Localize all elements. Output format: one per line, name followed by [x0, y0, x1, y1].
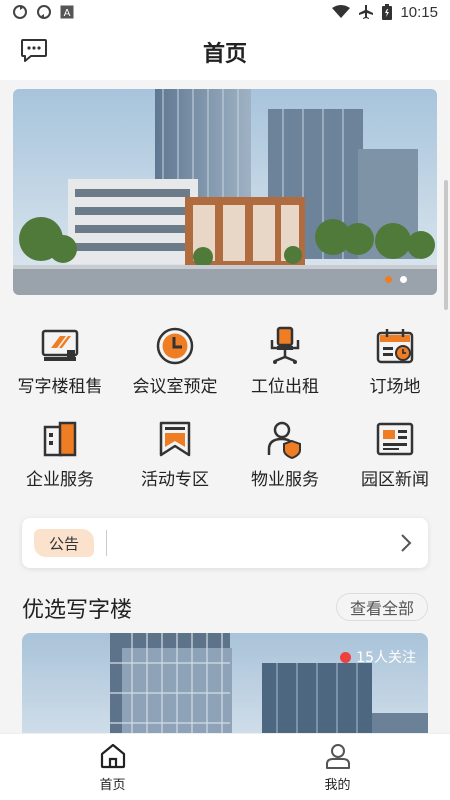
- font-icon: A: [60, 5, 74, 19]
- divider: [106, 530, 107, 556]
- sync-icon: [13, 5, 27, 19]
- nav-label: 我的: [324, 777, 351, 793]
- followers-badge: 15人关注: [340, 647, 416, 667]
- followers-count: 15人关注: [356, 650, 416, 666]
- service-book-venue[interactable]: 订场地: [340, 320, 450, 413]
- service-label: 订场地: [369, 377, 421, 397]
- service-news[interactable]: 园区新闻: [340, 413, 450, 506]
- chevron-right-icon[interactable]: [400, 533, 412, 553]
- service-office-sale[interactable]: 写字楼租售: [0, 320, 120, 413]
- user-icon: [325, 743, 350, 769]
- carousel-dot[interactable]: [385, 276, 392, 283]
- app-header: 首页: [0, 24, 450, 80]
- newspaper-icon: [376, 422, 414, 456]
- notice-bar[interactable]: 公告: [22, 518, 428, 568]
- briefcase-icon: [43, 421, 77, 457]
- service-meeting-room[interactable]: 会议室预定: [120, 320, 230, 413]
- service-label: 活动专区: [141, 470, 209, 490]
- status-time: 10:15: [400, 3, 438, 21]
- notice-tag-label: 公告: [48, 534, 79, 553]
- service-row: 企业服务 活动专区 物业服务 园区新闻: [0, 413, 450, 506]
- banner-image: [13, 89, 437, 295]
- office-chair-icon: [270, 326, 300, 364]
- service-property[interactable]: 物业服务: [230, 413, 340, 506]
- carousel-dot[interactable]: [400, 276, 407, 283]
- chat-bubble-icon[interactable]: [20, 38, 48, 64]
- service-grid: 写字楼租售 会议室预定 工位出租 订场地 企业服务 活动专区 物业服务 园区新闻: [0, 320, 450, 506]
- service-label: 写字楼租售: [17, 377, 103, 397]
- battery-icon: [382, 4, 393, 20]
- calendar-icon: [376, 329, 414, 364]
- status-left: A: [12, 4, 74, 20]
- status-right: 10:15: [332, 4, 438, 21]
- sync-icon: [37, 5, 51, 19]
- service-events[interactable]: 活动专区: [120, 413, 230, 506]
- banner-carousel[interactable]: [13, 89, 437, 295]
- nav-mine[interactable]: 我的: [225, 734, 450, 800]
- person-shield-icon: [267, 421, 301, 459]
- see-all-button[interactable]: 查看全部: [336, 593, 428, 621]
- bottom-navigation: 首页 我的: [0, 733, 450, 800]
- nav-label: 首页: [99, 777, 126, 793]
- service-enterprise[interactable]: 企业服务: [0, 413, 120, 506]
- service-label: 物业服务: [251, 470, 319, 490]
- service-label: 企业服务: [26, 470, 94, 490]
- dot-icon: [340, 651, 352, 663]
- monitor-icon: [41, 329, 79, 361]
- wifi-icon: [332, 5, 351, 18]
- home-icon: [100, 743, 125, 768]
- nav-home[interactable]: 首页: [0, 734, 225, 800]
- service-label: 工位出租: [251, 377, 319, 397]
- svg-text:A: A: [64, 8, 71, 19]
- service-label: 园区新闻: [361, 470, 429, 490]
- section-title: 优选写字楼: [22, 598, 133, 623]
- carousel-indicator: [385, 276, 407, 283]
- see-all-label: 查看全部: [349, 599, 414, 618]
- clock-icon: [156, 327, 194, 365]
- page-title: 首页: [202, 42, 247, 67]
- service-row: 写字楼租售 会议室预定 工位出租 订场地: [0, 320, 450, 413]
- scrollbar[interactable]: [444, 180, 448, 310]
- notice-tag: 公告: [34, 529, 94, 557]
- bookmark-icon: [159, 421, 191, 457]
- airplane-icon: [359, 5, 374, 19]
- service-workstation[interactable]: 工位出租: [230, 320, 340, 413]
- service-label: 会议室预定: [132, 377, 218, 397]
- status-bar: A 10:15: [0, 0, 450, 24]
